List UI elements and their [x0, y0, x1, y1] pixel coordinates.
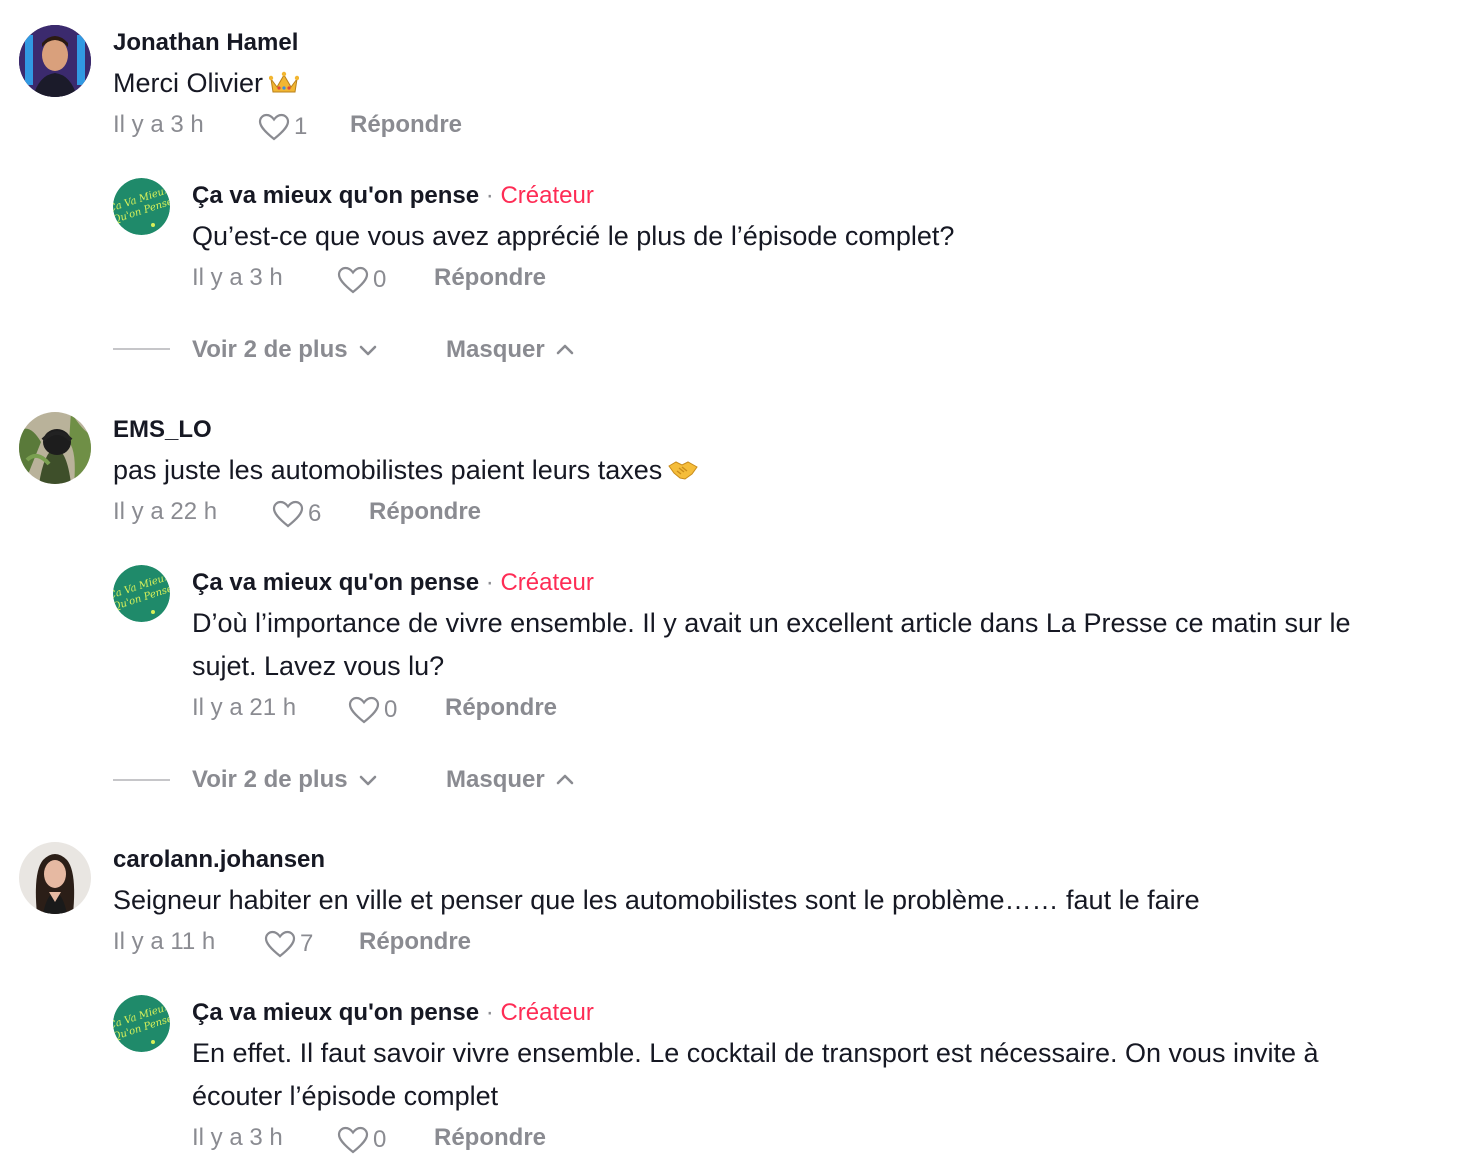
- like-count: 7: [300, 930, 314, 957]
- chevron-down-icon: [359, 345, 376, 356]
- like-count: 1: [294, 113, 308, 140]
- creator-name[interactable]: Ça va mieux qu'on pense: [192, 569, 479, 596]
- reply-button[interactable]: Répondre: [369, 497, 481, 527]
- comment-timestamp: Il y a 11 h: [113, 928, 216, 955]
- chevron-down-icon: [359, 775, 376, 786]
- view-more-label: Voir 2 de plus: [192, 766, 348, 793]
- view-more-replies-button[interactable]: Voir 2 de plus: [192, 335, 378, 365]
- like-button[interactable]: 0: [337, 265, 386, 295]
- heart-icon: [348, 696, 380, 724]
- creator-name[interactable]: Ça va mieux qu'on pense: [192, 999, 479, 1026]
- like-count: 0: [373, 1126, 387, 1153]
- hide-label: Masquer: [446, 766, 545, 793]
- divider-line: [113, 348, 170, 350]
- reply-timestamp: Il y a 3 h: [192, 1124, 283, 1151]
- reply-username[interactable]: Ça va mieux qu'on pense · Créateur: [192, 568, 594, 598]
- like-button[interactable]: 0: [348, 695, 397, 725]
- view-more-replies-button[interactable]: Voir 2 de plus: [192, 765, 378, 795]
- chevron-up-icon: [556, 774, 574, 785]
- heart-icon: [264, 930, 296, 958]
- hide-replies-button[interactable]: Masquer: [446, 335, 575, 365]
- like-count: 0: [373, 266, 387, 293]
- hide-label: Masquer: [446, 336, 545, 363]
- reply-username[interactable]: Ça va mieux qu'on pense · Créateur: [192, 181, 594, 211]
- creator-name[interactable]: Ça va mieux qu'on pense: [192, 182, 479, 209]
- reply-text: Qu’est-ce que vous avez apprécié le plus…: [192, 221, 955, 251]
- heart-icon: [272, 500, 304, 528]
- creator-badge: Créateur: [500, 182, 594, 209]
- divider-line: [113, 779, 170, 781]
- reply-text-line-1: En effet. Il faut savoir vivre ensemble.…: [192, 1038, 1319, 1068]
- crown-icon: [268, 65, 300, 108]
- avatar[interactable]: [19, 412, 91, 484]
- separator-dot: ·: [485, 999, 494, 1026]
- like-button[interactable]: 0: [337, 1125, 386, 1155]
- comment-username[interactable]: Jonathan Hamel: [113, 28, 298, 58]
- reply-text-line-2: écouter l’épisode complet: [192, 1081, 499, 1111]
- reply-button[interactable]: Répondre: [445, 693, 557, 723]
- hide-replies-button[interactable]: Masquer: [446, 765, 575, 795]
- comment-text: pas juste les automobilistes paient leur…: [113, 449, 699, 495]
- reply-timestamp: Il y a 3 h: [192, 264, 283, 291]
- reply-button[interactable]: Répondre: [434, 1123, 546, 1153]
- view-more-label: Voir 2 de plus: [192, 336, 348, 363]
- reply-button[interactable]: Répondre: [359, 927, 471, 957]
- reply-button[interactable]: Répondre: [434, 263, 546, 293]
- comment-username[interactable]: EMS_LO: [113, 415, 212, 445]
- handshake-icon: [668, 452, 699, 495]
- heart-icon: [258, 113, 290, 141]
- comment-username[interactable]: carolann.johansen: [113, 845, 325, 875]
- comment-text-content: pas juste les automobilistes paient leur…: [113, 455, 663, 485]
- creator-badge: Créateur: [500, 999, 594, 1026]
- creator-badge: Créateur: [500, 569, 594, 596]
- like-button[interactable]: 1: [258, 112, 307, 142]
- reply-button[interactable]: Répondre: [350, 110, 462, 140]
- creator-avatar[interactable]: Ça Va Mieux Qu'on Pense: [113, 178, 170, 235]
- separator-dot: ·: [485, 569, 494, 596]
- creator-avatar[interactable]: Ça Va Mieux Qu'on Pense: [113, 565, 170, 622]
- reply-username[interactable]: Ça va mieux qu'on pense · Créateur: [192, 998, 594, 1028]
- avatar[interactable]: [19, 842, 91, 914]
- comment-text: Merci Olivier: [113, 62, 300, 108]
- like-button[interactable]: 7: [264, 929, 313, 959]
- avatar[interactable]: [19, 25, 91, 97]
- comment-timestamp: Il y a 22 h: [113, 498, 218, 525]
- comment-text: Seigneur habiter en ville et penser que …: [113, 885, 1200, 915]
- like-button[interactable]: 6: [272, 499, 321, 529]
- reply-timestamp: Il y a 21 h: [192, 694, 297, 721]
- like-count: 6: [308, 500, 322, 527]
- creator-avatar[interactable]: Ça Va Mieux Qu'on Pense: [113, 995, 170, 1052]
- comment-timestamp: Il y a 3 h: [113, 111, 204, 138]
- reply-text-line-1: D’où l’importance de vivre ensemble. Il …: [192, 608, 1351, 638]
- chevron-up-icon: [556, 344, 574, 355]
- heart-icon: [337, 1126, 369, 1154]
- comment-text-content: Merci Olivier: [113, 68, 264, 98]
- like-count: 0: [384, 696, 398, 723]
- reply-text-line-2: sujet. Lavez vous lu?: [192, 651, 445, 681]
- separator-dot: ·: [485, 182, 494, 209]
- heart-icon: [337, 266, 369, 294]
